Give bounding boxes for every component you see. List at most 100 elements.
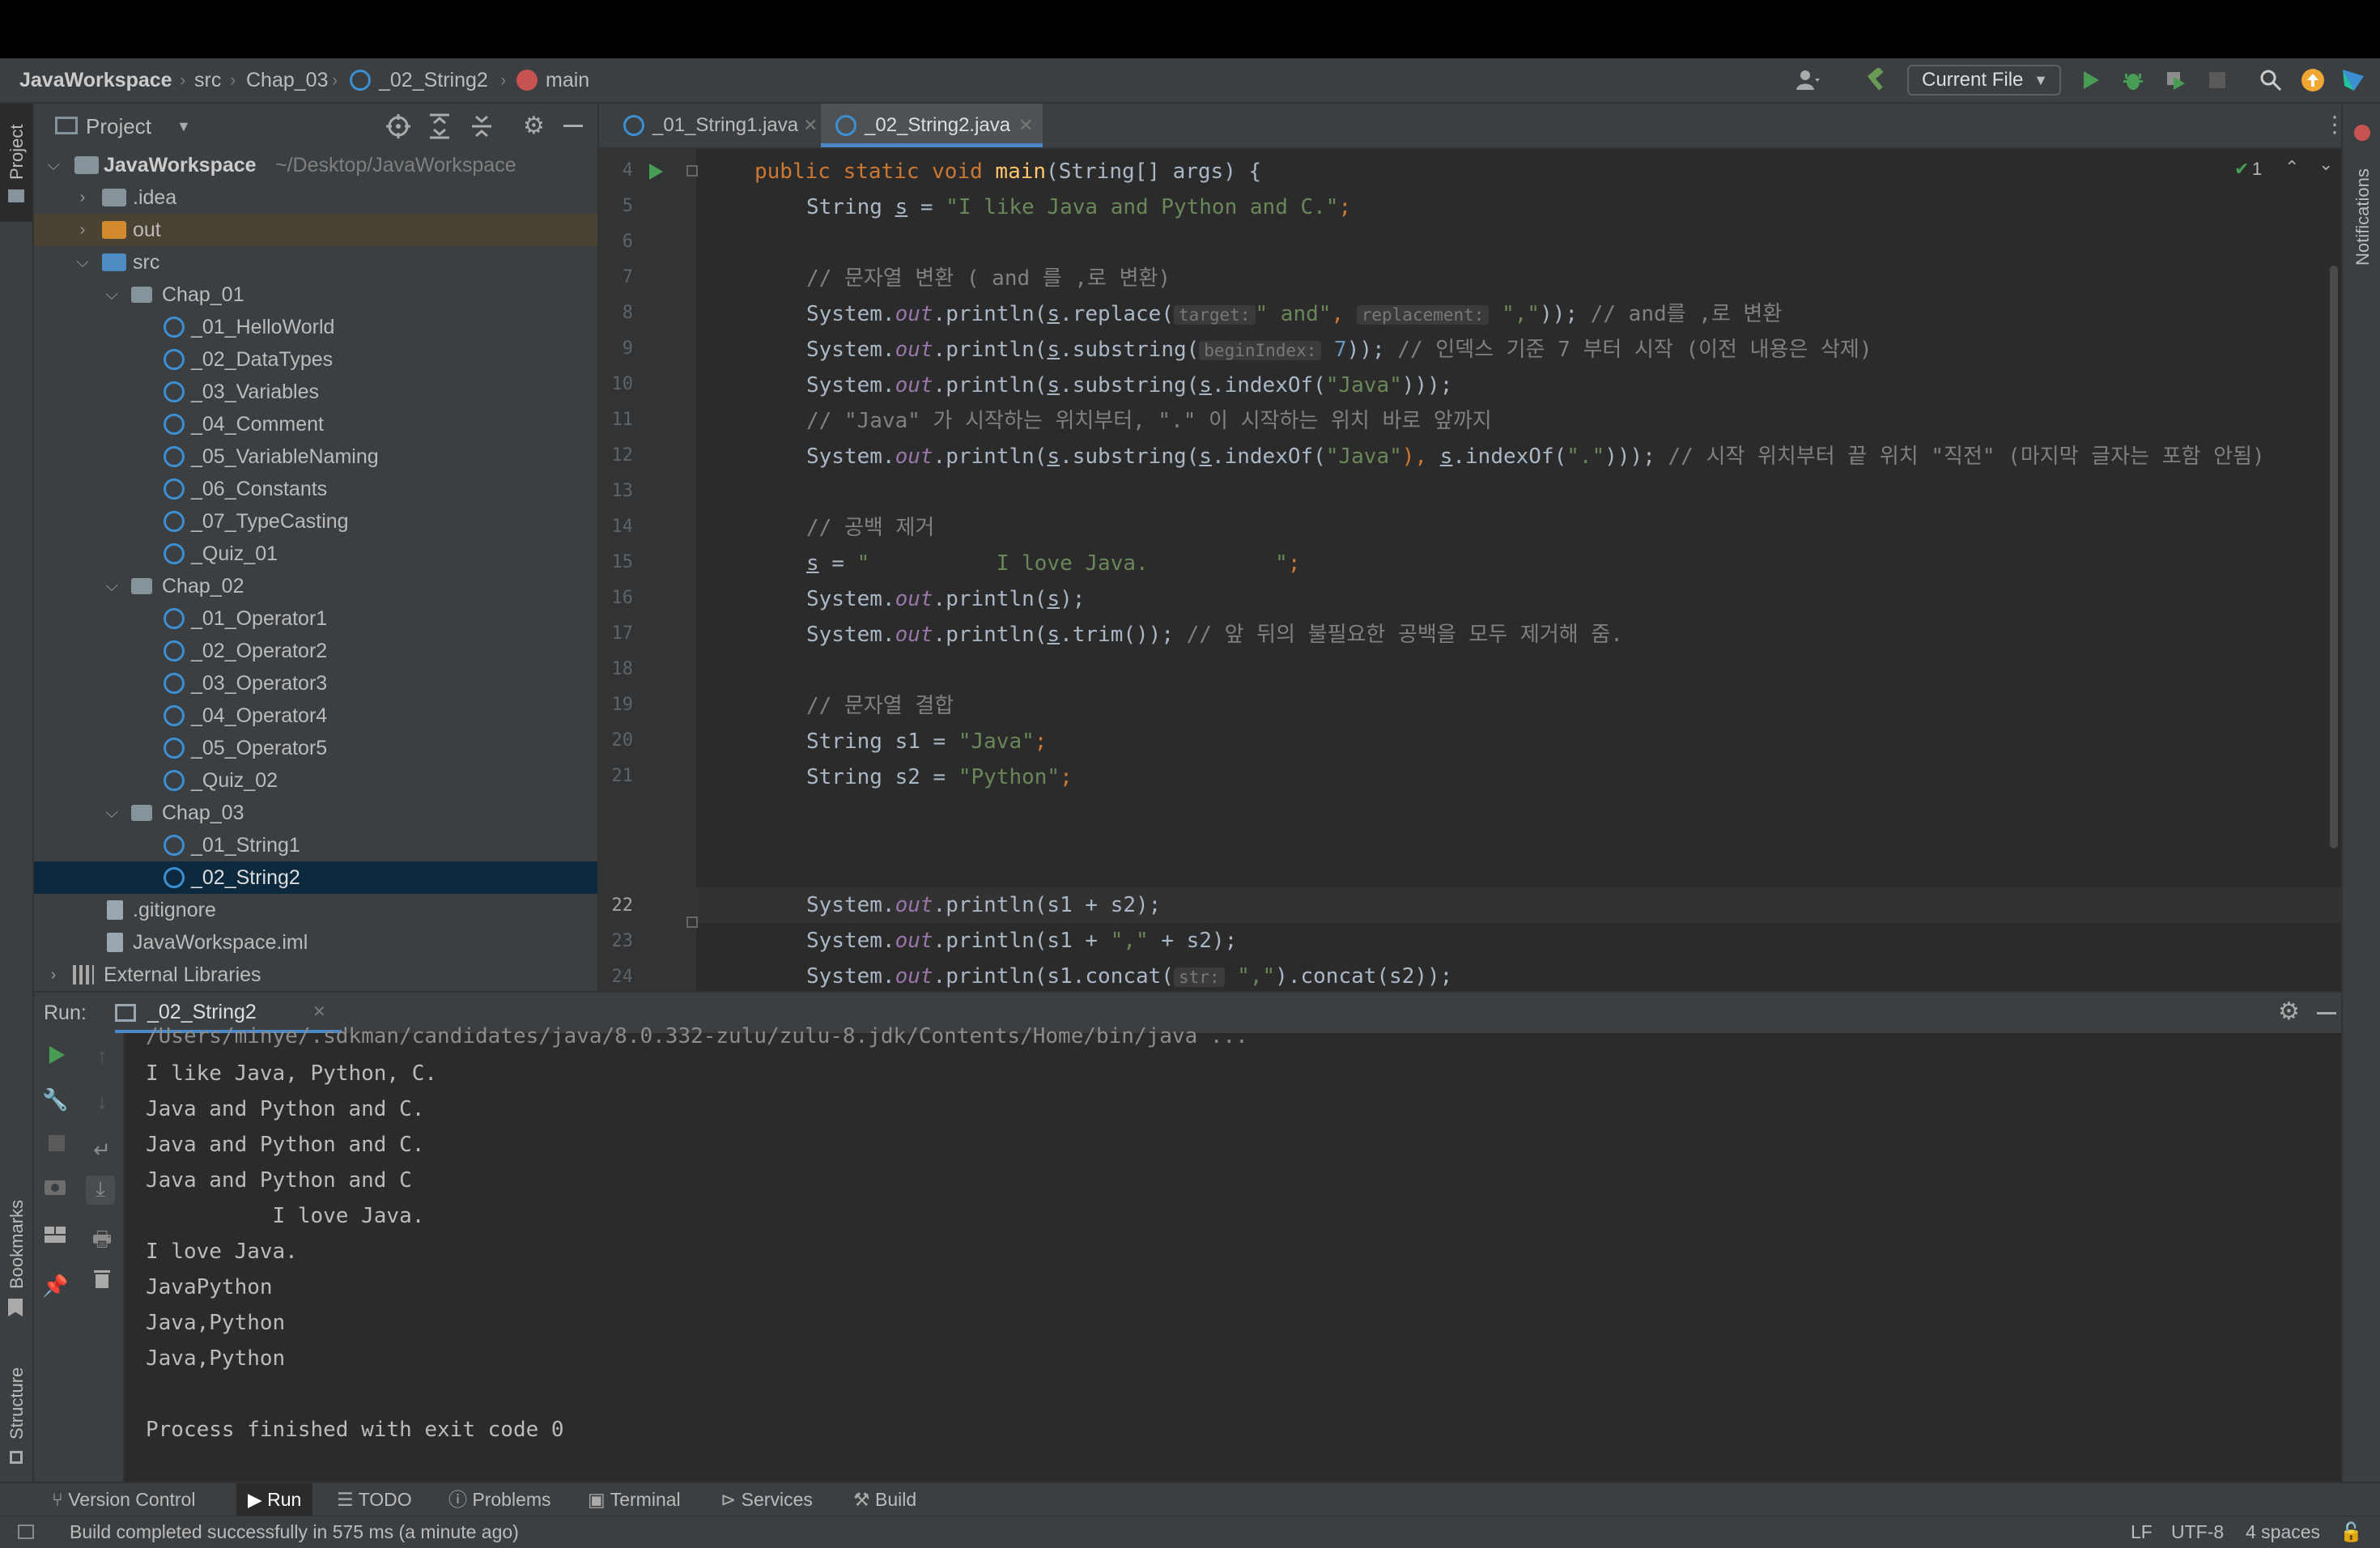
indent-setting[interactable]: 4 spaces [2246,1516,2320,1547]
pin-icon[interactable]: 📌 [42,1273,68,1299]
class-icon [164,835,185,856]
layout-icon[interactable] [42,1224,68,1250]
toggle-tool-windows-icon[interactable] [18,1525,34,1539]
expand-all-icon[interactable] [427,113,452,143]
close-icon[interactable]: ✕ [1018,104,1033,147]
tree-item-external-libraries[interactable]: › External Libraries [34,959,597,991]
tree-item-class[interactable]: _01_String1 [34,829,597,861]
editor-scrollbar[interactable] [2330,266,2338,848]
tree-item-class[interactable]: _05_Operator5 [34,732,597,764]
tab-run[interactable]: ▶ Run [236,1483,313,1516]
tree-item-src[interactable]: ⌵ src [34,246,597,279]
previous-highlight-icon[interactable]: ⌃ [2284,157,2299,178]
tab-todo[interactable]: ☰ TODO [337,1483,412,1516]
tab-terminal[interactable]: ▣ Terminal [588,1483,681,1516]
tree-item-project-root[interactable]: ⌵ JavaWorkspace ~/Desktop/JavaWorkspace [34,149,597,181]
breadcrumb-class[interactable]: _02_String2 [379,58,488,102]
tree-item-class[interactable]: _02_Operator2 [34,635,597,667]
stop-icon[interactable] [2204,66,2231,94]
tab-services[interactable]: ⊳ Services [720,1483,813,1516]
tree-item-class[interactable]: _06_Constants [34,473,597,505]
tree-item-class[interactable]: _05_VariableNaming [34,440,597,473]
tab-version-control[interactable]: ⑂ Version Control [52,1483,195,1516]
tree-item-class[interactable]: _02_DataTypes [34,343,597,376]
notifications-tool-label[interactable]: Notifications [2352,168,2374,266]
arrow-down-icon[interactable]: ↓ [89,1088,115,1114]
file-icon [107,933,123,952]
update-icon[interactable] [2299,66,2327,94]
hide-panel-icon[interactable] [2317,1012,2336,1014]
tree-item-class[interactable]: _04_Comment [34,408,597,440]
fold-icon[interactable] [686,916,698,928]
notifications-bell-icon[interactable] [2354,125,2370,141]
tree-item-class[interactable]: _Quiz_01 [34,538,597,570]
more-tabs-icon[interactable]: ⋮ [2323,108,2346,141]
tree-item-out[interactable]: › out [34,214,597,246]
lock-icon[interactable]: 🔓 [2340,1516,2363,1547]
right-tool-strip: Notifications [2341,104,2380,1482]
breadcrumb-src[interactable]: src [194,58,221,102]
project-panel-title[interactable]: Project [86,104,151,149]
camera-icon[interactable] [42,1176,68,1201]
print-icon[interactable]: 🖶 [89,1226,115,1252]
gear-icon[interactable]: ⚙ [523,113,545,139]
wrench-icon[interactable]: 🔧 [42,1087,68,1112]
gear-icon[interactable]: ⚙ [2278,997,2300,1026]
status-message[interactable]: Build completed successfully in 575 ms (… [70,1516,519,1547]
user-icon[interactable] [1794,66,1821,94]
tree-item-class[interactable]: _03_Variables [34,376,597,408]
close-icon[interactable]: ✕ [803,104,818,147]
tab-label: _02_String2.java [865,114,1011,136]
code-line: String s2 = "Python"; [806,759,1073,795]
collapse-all-icon[interactable] [470,113,494,143]
build-hammer-icon[interactable] [1862,66,1889,94]
breadcrumb-package[interactable]: Chap_03 [246,58,328,102]
hide-panel-icon[interactable] [563,125,583,127]
tree-item-class-selected[interactable]: _02_String2 [34,861,597,894]
tree-item-idea[interactable]: › .idea [34,181,597,214]
structure-tool-label[interactable]: Structure [6,1367,28,1440]
tree-item-class[interactable]: _07_TypeCasting [34,505,597,538]
check-icon[interactable]: ✔ [2234,159,2249,180]
tree-item-iml[interactable]: JavaWorkspace.iml [34,926,597,959]
run-configuration-dropdown[interactable]: Current File ▼ [1907,65,2061,96]
project-tool-button[interactable]: Project [0,104,32,222]
next-highlight-icon[interactable]: ⌄ [2318,154,2333,175]
run-icon[interactable] [2077,66,2105,94]
debug-icon[interactable] [2119,66,2147,94]
arrow-up-icon[interactable]: ↑ [89,1043,115,1069]
code-text: .println(s1 + [933,929,1111,953]
trash-icon[interactable] [89,1268,115,1294]
tree-item-class[interactable]: _04_Operator4 [34,700,597,732]
bookmarks-tool-label[interactable]: Bookmarks [6,1200,28,1289]
breadcrumb-project[interactable]: JavaWorkspace [19,58,172,102]
search-icon[interactable] [2257,66,2284,94]
soft-wrap-icon[interactable]: ↵ [89,1137,115,1163]
scroll-to-end-icon[interactable]: ⤓ [86,1176,115,1205]
fold-icon[interactable] [686,165,698,176]
tree-item-chap01[interactable]: ⌵ Chap_01 [34,279,597,311]
tab-string1[interactable]: _01_String1.java ✕ [609,104,827,147]
stop-icon[interactable] [44,1132,70,1158]
file-encoding[interactable]: UTF-8 [2171,1516,2224,1547]
breadcrumb-method[interactable]: main [546,58,589,102]
tab-problems[interactable]: ⓘ Problems [448,1483,551,1516]
string-literal: " and" [1255,302,1332,326]
chevron-down-icon[interactable]: ▼ [176,104,191,149]
tree-item-class[interactable]: _Quiz_02 [34,764,597,797]
tree-item-chap03[interactable]: ⌵ Chap_03 [34,797,597,829]
coverage-icon[interactable] [2161,66,2189,94]
tree-item-class[interactable]: _01_HelloWorld [34,311,597,343]
tree-item-class[interactable]: _01_Operator1 [34,602,597,635]
run-gutter-icon[interactable] [648,163,664,185]
locate-file-icon[interactable] [385,113,411,143]
tree-item-gitignore[interactable]: .gitignore [34,894,597,926]
tab-build[interactable]: ⚒ Build [853,1483,916,1516]
breadcrumb-separator-icon: › [230,70,236,90]
tree-item-chap02[interactable]: ⌵ Chap_02 [34,570,597,602]
line-separator[interactable]: LF [2131,1516,2153,1547]
console-output-line: Java and Python and C. [146,1133,425,1157]
rerun-icon[interactable] [44,1044,70,1070]
tree-item-class[interactable]: _03_Operator3 [34,667,597,700]
tab-string2[interactable]: _02_String2.java ✕ [821,104,1043,147]
